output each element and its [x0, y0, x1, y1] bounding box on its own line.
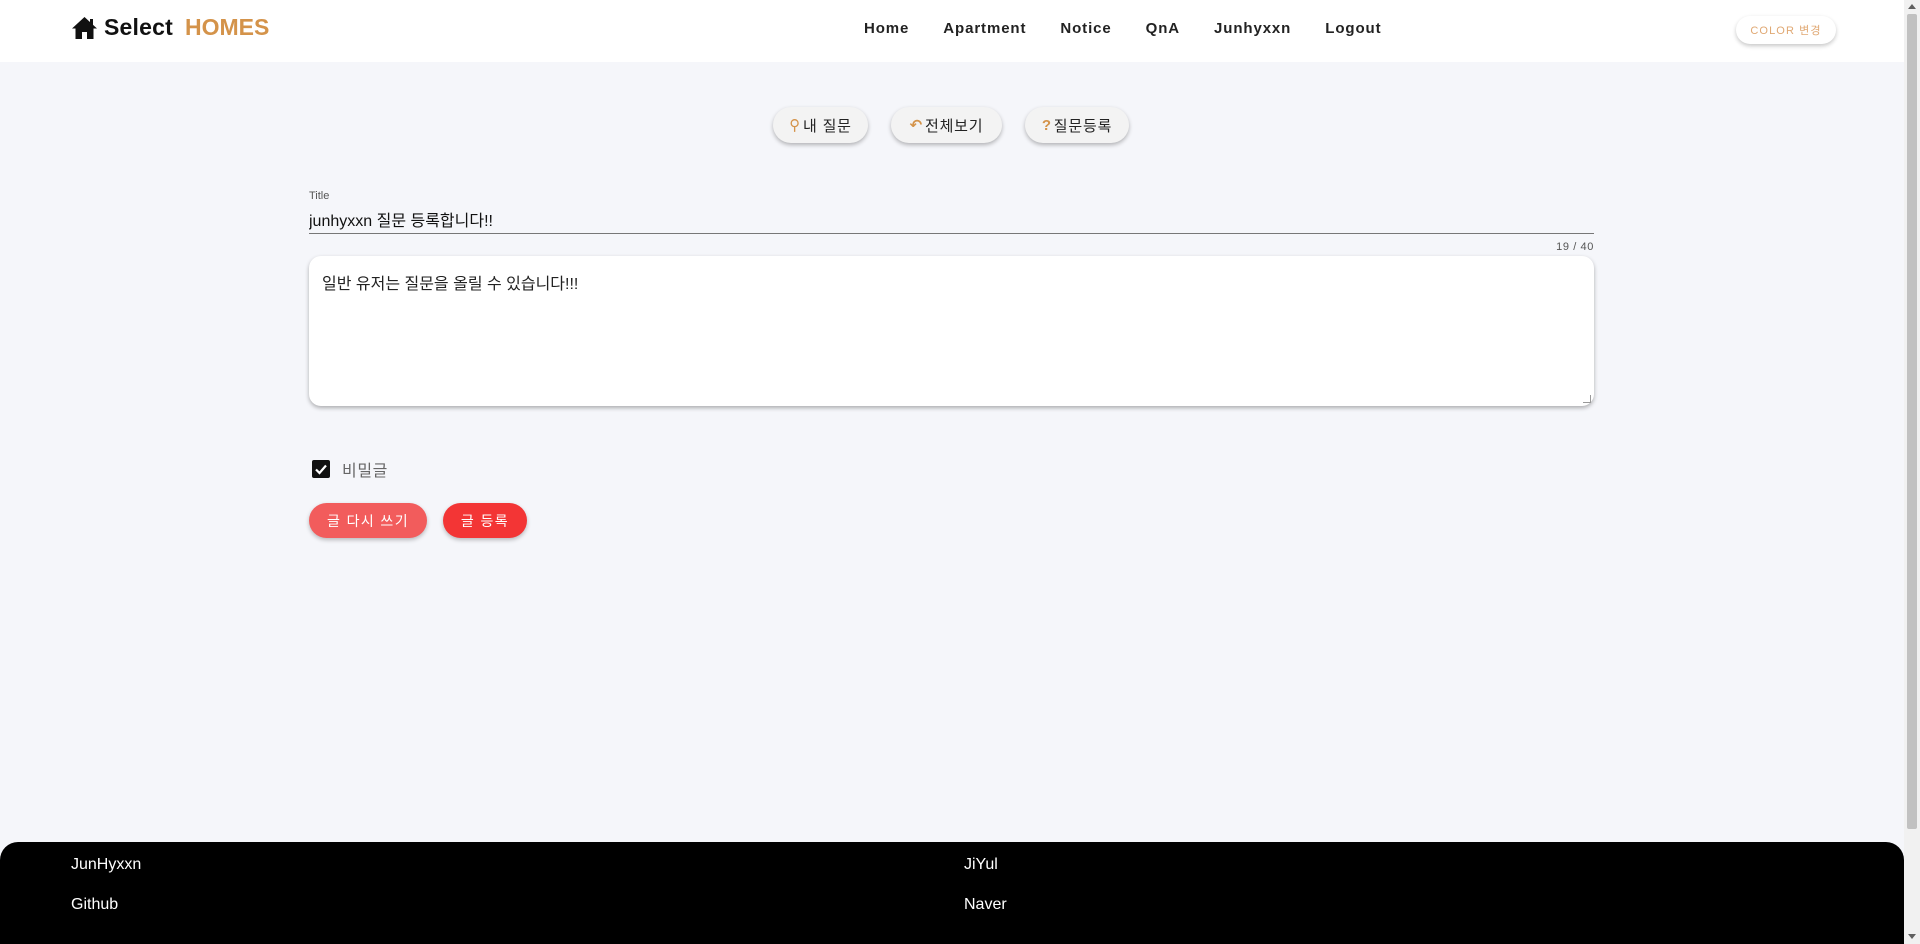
nav-user[interactable]: Junhyxxn	[1214, 20, 1291, 37]
nav-apartment[interactable]: Apartment	[943, 20, 1026, 37]
home-icon	[72, 16, 97, 39]
nav-logout[interactable]: Logout	[1325, 20, 1381, 37]
footer-naver-link[interactable]: Naver	[964, 896, 1007, 914]
resize-handle[interactable]	[1583, 395, 1591, 403]
secret-checkbox[interactable]	[312, 460, 330, 478]
footer-github-link[interactable]: Github	[71, 896, 118, 914]
scrollbar-thumb[interactable]	[1907, 14, 1917, 829]
rewrite-button[interactable]: 글 다시 쓰기	[309, 503, 427, 538]
title-input[interactable]	[309, 205, 1594, 234]
color-change-button[interactable]: COLOR 변경	[1736, 16, 1836, 44]
top-navbar: Select HOMES Home Apartment Notice QnA J…	[0, 0, 1904, 62]
question-icon: ?	[1041, 116, 1052, 134]
page: Select HOMES Home Apartment Notice QnA J…	[0, 0, 1904, 944]
secret-label: 비밀글	[342, 463, 388, 480]
reply-icon: ↶	[909, 117, 923, 134]
pin-icon: ⚲	[789, 117, 801, 134]
title-label: Title	[309, 190, 330, 202]
secret-post-toggle[interactable]: 비밀글	[312, 457, 388, 481]
scroll-up-icon[interactable]	[1908, 4, 1916, 9]
content-textarea[interactable]: 일반 유저는 질문을 올릴 수 있습니다!!!	[309, 256, 1594, 406]
content-text: 일반 유저는 질문을 올릴 수 있습니다!!!	[322, 276, 579, 293]
check-icon	[315, 464, 327, 475]
brand-accent: HOMES	[184, 14, 270, 40]
view-all-label: 전체보기	[924, 117, 984, 135]
my-questions-label: 내 질문	[803, 117, 852, 135]
footer-name-jiyul: JiYul	[964, 856, 998, 873]
footer: JunHyxxn Github JiYul Naver	[0, 842, 1904, 944]
title-char-counter: 19 / 40	[1556, 241, 1594, 253]
view-all-button[interactable]: ↶ 전체보기	[891, 107, 1002, 143]
vertical-scrollbar[interactable]	[1904, 0, 1920, 944]
nav-home[interactable]: Home	[864, 20, 909, 37]
nav-qna[interactable]: QnA	[1146, 20, 1180, 37]
register-question-label: 질문등록	[1053, 117, 1113, 135]
nav-notice[interactable]: Notice	[1060, 20, 1111, 37]
brand-name: Select	[104, 14, 173, 40]
brand-logo[interactable]: Select HOMES	[71, 14, 269, 41]
my-questions-button[interactable]: ⚲ 내 질문	[773, 107, 868, 143]
submit-button[interactable]: 글 등록	[443, 503, 527, 538]
register-question-button[interactable]: ? 질문등록	[1025, 107, 1129, 143]
footer-name-junhyxxn: JunHyxxn	[71, 856, 142, 873]
main-nav: Home Apartment Notice QnA Junhyxxn Logou…	[864, 20, 1415, 37]
scroll-down-icon[interactable]	[1908, 934, 1916, 939]
